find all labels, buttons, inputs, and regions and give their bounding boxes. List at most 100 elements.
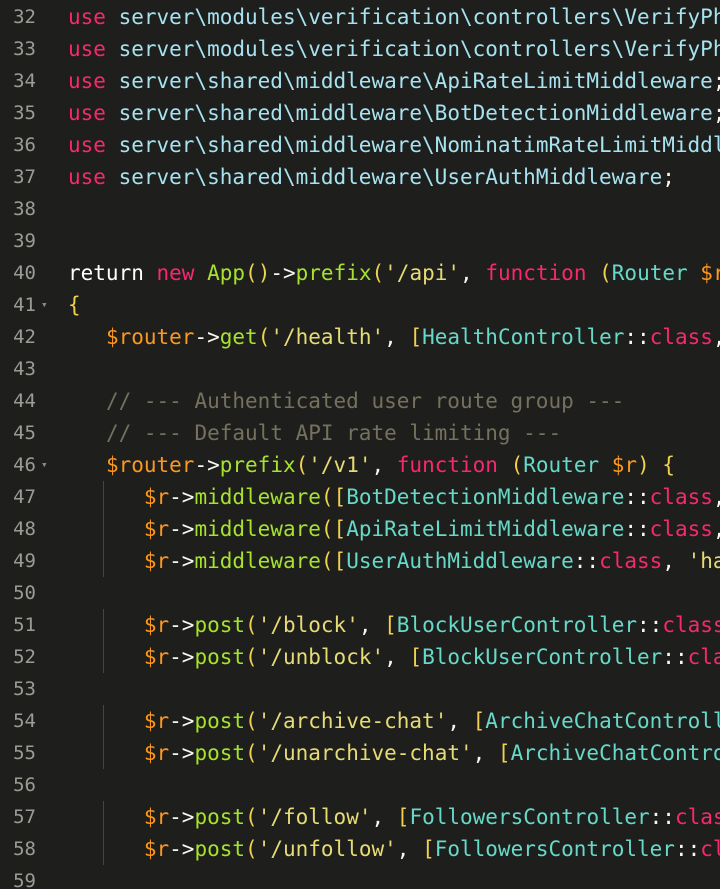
code-line[interactable]: 48 $r->middleware([ApiRateLimitMiddlewar… <box>0 513 720 545</box>
code-token: -> <box>169 485 195 509</box>
code-line[interactable]: 39 <box>0 225 720 257</box>
code-token: class <box>700 837 720 861</box>
line-number: 54 <box>13 710 36 732</box>
code-token: $router <box>700 261 720 285</box>
code-token: :: <box>624 325 650 349</box>
code-token: '/archive-chat' <box>257 709 448 733</box>
code-token: BotDetectionMiddleware <box>346 485 625 509</box>
fold-chevron-icon[interactable]: ▾ <box>41 449 48 481</box>
code-token: BlockUserController <box>422 645 663 669</box>
code-line[interactable]: 34 use server\shared\middleware\ApiRateLi… <box>0 65 720 97</box>
code-line[interactable]: 37 use server\shared\middleware\UserAuthM… <box>0 161 720 193</box>
code-line[interactable]: 49 $r->middleware([UserAuthMiddleware::c… <box>0 545 720 577</box>
code-token: // --- Authenticated user route group --… <box>105 389 625 413</box>
code-line[interactable]: 54 $r->post('/archive-chat', [ArchiveCha… <box>0 705 720 737</box>
code-line[interactable]: 56 <box>0 769 720 801</box>
code-token: , <box>447 709 473 733</box>
code-line[interactable]: 44 // --- Authenticated user route group… <box>0 385 720 417</box>
code-line[interactable]: 59 <box>0 865 720 889</box>
code-line[interactable]: 55 $r->post('/unarchive-chat', [ArchiveC… <box>0 737 720 769</box>
code-token: , <box>384 645 410 669</box>
code-token: ( <box>320 549 334 573</box>
code-line[interactable]: 45 // --- Default API rate limiting --- <box>0 417 720 449</box>
code-line[interactable]: 57 $r->post('/follow', [FollowersControl… <box>0 801 720 833</box>
code-text: $r->post('/unarchive-chat', [ArchiveChat… <box>68 737 720 769</box>
code-line[interactable]: 43 <box>0 353 720 385</box>
code-line[interactable]: 38 <box>0 193 720 225</box>
line-number: 43 <box>13 358 36 380</box>
line-number: 47 <box>13 486 36 508</box>
code-line[interactable]: 32 use server\modules\verification\contro… <box>0 1 720 33</box>
code-token: ( <box>245 613 258 637</box>
code-token: middleware <box>194 549 321 573</box>
code-token: ( <box>510 453 524 477</box>
code-token: :: <box>674 837 701 861</box>
code-token: '/v1' <box>308 453 372 477</box>
code-token: prefix <box>219 453 296 477</box>
code-line[interactable]: 46 ▾ $router->prefix('/v1', function (Rou… <box>0 449 720 481</box>
code-token: server\shared\middleware\NominatimRateLi… <box>118 133 720 157</box>
code-text: $r->post('/unblock', [BlockUserControlle… <box>68 641 720 673</box>
code-token: [ <box>396 805 410 829</box>
code-line[interactable]: 36 use server\shared\middleware\Nominatim… <box>0 129 720 161</box>
code-token: ; <box>713 69 720 93</box>
code-line[interactable]: 51 $r->post('/block', [BlockUserControll… <box>0 609 720 641</box>
code-token: use <box>68 165 106 189</box>
code-token: $r <box>143 837 170 861</box>
code-token: , <box>384 325 410 349</box>
code-line[interactable]: 52 $r->post('/unblock', [BlockUserContro… <box>0 641 720 673</box>
code-line[interactable]: 33 use server\modules\verification\contro… <box>0 33 720 65</box>
code-text: $r->middleware([ApiRateLimitMiddleware::… <box>68 513 720 545</box>
code-token: $r <box>143 549 170 573</box>
code-token: -> <box>270 261 296 285</box>
code-text: use server\modules\verification\controll… <box>68 1 720 33</box>
code-token: return <box>68 261 144 285</box>
code-token: function <box>396 453 498 477</box>
code-line[interactable]: 42 $router->get('/health', [HealthContro… <box>0 321 720 353</box>
code-token: class <box>599 549 663 573</box>
code-token: ( <box>371 261 385 285</box>
line-number: 50 <box>13 582 36 604</box>
code-text: return new App()->prefix('/api', functio… <box>68 257 720 289</box>
code-line[interactable]: 47 $r->middleware([BotDetectionMiddlewar… <box>0 481 720 513</box>
line-number: 46 <box>13 454 36 476</box>
code-token: '/follow' <box>257 805 372 829</box>
code-token: [ <box>472 709 486 733</box>
code-token: , <box>460 261 486 285</box>
code-line[interactable]: 58 $r->post('/unfollow', [FollowersContr… <box>0 833 720 865</box>
code-token: use <box>68 5 106 29</box>
code-token: [ <box>384 613 397 637</box>
code-token: $r <box>143 645 170 669</box>
code-text: $r->post('/archive-chat', [ArchiveChatCo… <box>68 705 720 737</box>
code-token: ( <box>245 645 258 669</box>
line-number: 40 <box>13 262 36 284</box>
code-line[interactable]: 53 <box>0 673 720 705</box>
line-number: 32 <box>13 6 36 28</box>
code-line[interactable]: 40 return new App()->prefix('/api', funct… <box>0 257 720 289</box>
code-line[interactable]: 35 use server\shared\middleware\BotDetect… <box>0 97 720 129</box>
code-token: server\modules\verification\controllers\… <box>118 37 720 61</box>
code-token: ( <box>320 485 334 509</box>
code-line[interactable]: 41 ▾ { <box>0 289 720 321</box>
code-token: :: <box>624 485 650 509</box>
fold-chevron-icon[interactable]: ▾ <box>41 289 48 321</box>
code-token: FollowersController <box>434 837 675 861</box>
code-token: ( <box>320 517 334 541</box>
code-token: $r <box>143 517 170 541</box>
line-number: 51 <box>13 614 36 636</box>
code-token: class <box>649 517 713 541</box>
code-token: post <box>194 613 246 637</box>
code-token: post <box>194 837 246 861</box>
code-token: use <box>68 101 106 125</box>
code-token: ( <box>257 325 271 349</box>
code-editor[interactable]: 32 use server\modules\verification\contro… <box>0 0 720 889</box>
code-line[interactable]: 50 <box>0 577 720 609</box>
code-token: [ <box>333 549 347 573</box>
